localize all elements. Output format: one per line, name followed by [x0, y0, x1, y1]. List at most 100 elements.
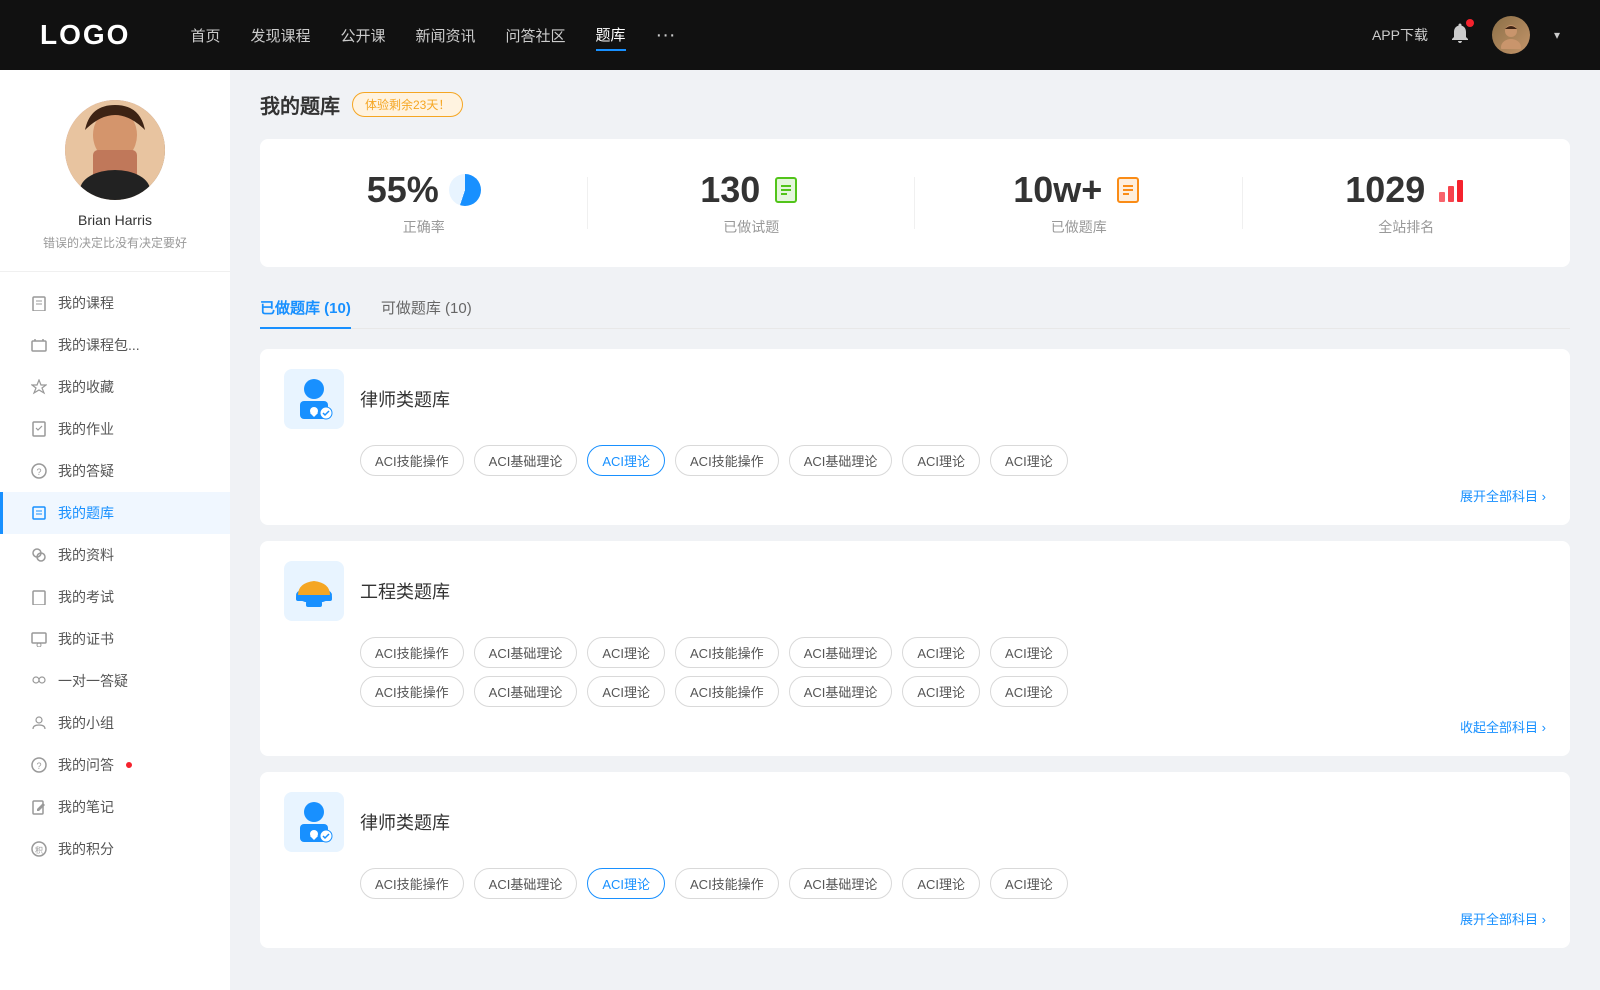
tag-0-0[interactable]: ACI技能操作	[360, 445, 464, 476]
lawyer-bank-icon-2	[284, 792, 344, 852]
bank-tags-lawyer-1: ACI技能操作 ACI基础理论 ACI理论 ACI技能操作 ACI基础理论 AC…	[360, 445, 1546, 476]
expand-link-lawyer-2[interactable]: 展开全部科目 ›	[284, 909, 1546, 928]
app-download-button[interactable]: APP下载	[1372, 25, 1428, 45]
my-qa-icon: ?	[30, 756, 48, 774]
tag-1-4[interactable]: ACI基础理论	[789, 637, 893, 668]
done-banks-icon	[1112, 174, 1144, 206]
tag-1-e4[interactable]: ACI基础理论	[789, 676, 893, 707]
stats-bar: 55% 正确率 130	[260, 139, 1570, 267]
tag-1-6[interactable]: ACI理论	[990, 637, 1068, 668]
group-icon	[30, 714, 48, 732]
nav: 首页 发现课程 公开课 新闻资讯 问答社区 题库 ···	[190, 20, 1332, 51]
page-header: 我的题库 体验剩余23天！	[260, 90, 1570, 119]
stat-ranking-value: 1029	[1345, 169, 1425, 211]
tag-1-3[interactable]: ACI技能操作	[675, 637, 779, 668]
sidebar-item-my-data[interactable]: 我的资料	[0, 534, 230, 576]
main-layout: Brian Harris 错误的决定比没有决定要好 我的课程 我的课程包...	[0, 70, 1600, 990]
sidebar-item-exam[interactable]: 我的考试	[0, 576, 230, 618]
points-icon: 积	[30, 840, 48, 858]
tag-1-e2[interactable]: ACI理论	[587, 676, 665, 707]
sidebar-menu: 我的课程 我的课程包... 我的收藏 我的作业	[0, 272, 230, 880]
sidebar-item-favorites[interactable]: 我的收藏	[0, 366, 230, 408]
stat-ranking: 1029 全站排名	[1243, 159, 1571, 247]
stat-done-banks: 10w+ 已做题库	[915, 159, 1243, 247]
tag-1-1[interactable]: ACI基础理论	[474, 637, 578, 668]
nav-open-course[interactable]: 公开课	[340, 21, 385, 50]
logo: LOGO	[40, 19, 130, 51]
sidebar-item-qa[interactable]: ? 我的答疑	[0, 450, 230, 492]
sidebar-item-my-course[interactable]: 我的课程	[0, 282, 230, 324]
sidebar-item-my-qa[interactable]: ? 我的问答	[0, 744, 230, 786]
sidebar-item-notes[interactable]: 我的笔记	[0, 786, 230, 828]
nav-discover[interactable]: 发现课程	[250, 21, 310, 50]
trial-badge: 体验剩余23天！	[352, 92, 463, 117]
tag-2-0[interactable]: ACI技能操作	[360, 868, 464, 899]
tag-1-e6[interactable]: ACI理论	[990, 676, 1068, 707]
bank-title-engineer: 工程类题库	[360, 578, 450, 604]
nav-home[interactable]: 首页	[190, 21, 220, 50]
tab-done-banks[interactable]: 已做题库 (10)	[260, 287, 351, 328]
tag-1-e5[interactable]: ACI理论	[902, 676, 980, 707]
tag-0-5[interactable]: ACI理论	[902, 445, 980, 476]
profile-motto: 错误的决定比没有决定要好	[43, 234, 187, 251]
nav-more[interactable]: ···	[656, 24, 676, 47]
accuracy-icon	[449, 174, 481, 206]
tag-1-0[interactable]: ACI技能操作	[360, 637, 464, 668]
sidebar-item-question-bank[interactable]: 我的题库	[0, 492, 230, 534]
qa-notification-dot	[126, 762, 132, 768]
my-course-icon	[30, 294, 48, 312]
bank-title-lawyer-1: 律师类题库	[360, 386, 450, 412]
done-questions-icon	[770, 174, 802, 206]
tag-2-6[interactable]: ACI理论	[990, 868, 1068, 899]
tag-1-2[interactable]: ACI理论	[587, 637, 665, 668]
tag-2-1[interactable]: ACI基础理论	[474, 868, 578, 899]
tab-available-banks[interactable]: 可做题库 (10)	[381, 287, 472, 328]
tag-1-e0[interactable]: ACI技能操作	[360, 676, 464, 707]
tag-1-e3[interactable]: ACI技能操作	[675, 676, 779, 707]
tag-2-4[interactable]: ACI基础理论	[789, 868, 893, 899]
sidebar-item-1on1[interactable]: 一对一答疑	[0, 660, 230, 702]
tag-2-2[interactable]: ACI理论	[587, 868, 665, 899]
stat-accuracy: 55% 正确率	[260, 159, 588, 247]
tag-2-3[interactable]: ACI技能操作	[675, 868, 779, 899]
page-title: 我的题库	[260, 90, 340, 119]
collapse-link-engineer[interactable]: 收起全部科目 ›	[284, 717, 1546, 736]
bank-tags-lawyer-2: ACI技能操作 ACI基础理论 ACI理论 ACI技能操作 ACI基础理论 AC…	[360, 868, 1546, 899]
bank-card-header-lawyer-2: 律师类题库	[284, 792, 1546, 852]
profile-section: Brian Harris 错误的决定比没有决定要好	[0, 100, 230, 272]
tag-1-e1[interactable]: ACI基础理论	[474, 676, 578, 707]
favorites-icon	[30, 378, 48, 396]
tag-2-5[interactable]: ACI理论	[902, 868, 980, 899]
svg-text:积: 积	[35, 845, 43, 855]
stat-accuracy-value: 55%	[367, 169, 439, 211]
lawyer-bank-icon	[284, 369, 344, 429]
nav-news[interactable]: 新闻资讯	[416, 21, 476, 50]
bank-card-header-engineer: 工程类题库	[284, 561, 1546, 621]
sidebar-item-group[interactable]: 我的小组	[0, 702, 230, 744]
notification-dot	[1466, 19, 1474, 27]
bank-card-lawyer-1: 律师类题库 ACI技能操作 ACI基础理论 ACI理论 ACI技能操作 ACI基…	[260, 349, 1570, 525]
stat-ranking-label: 全站排名	[1378, 217, 1434, 237]
tabs: 已做题库 (10) 可做题库 (10)	[260, 287, 1570, 329]
avatar[interactable]	[1492, 16, 1530, 54]
nav-qa[interactable]: 问答社区	[506, 21, 566, 50]
sidebar-item-certificate[interactable]: 我的证书	[0, 618, 230, 660]
content: 我的题库 体验剩余23天！ 55% 正确率 130	[230, 70, 1600, 990]
tag-0-2[interactable]: ACI理论	[587, 445, 665, 476]
tag-0-1[interactable]: ACI基础理论	[474, 445, 578, 476]
bank-title-lawyer-2: 律师类题库	[360, 809, 450, 835]
tag-0-3[interactable]: ACI技能操作	[675, 445, 779, 476]
notes-icon	[30, 798, 48, 816]
sidebar-item-homework[interactable]: 我的作业	[0, 408, 230, 450]
tag-0-4[interactable]: ACI基础理论	[789, 445, 893, 476]
nav-question-bank[interactable]: 题库	[596, 20, 626, 51]
tag-0-6[interactable]: ACI理论	[990, 445, 1068, 476]
notification-bell[interactable]	[1448, 21, 1472, 50]
bank-tags-engineer-row1: ACI技能操作 ACI基础理论 ACI理论 ACI技能操作 ACI基础理论 AC…	[360, 637, 1546, 668]
bank-card-header: 律师类题库	[284, 369, 1546, 429]
sidebar-item-points[interactable]: 积 我的积分	[0, 828, 230, 870]
sidebar-item-course-package[interactable]: 我的课程包...	[0, 324, 230, 366]
expand-link-lawyer-1[interactable]: 展开全部科目 ›	[284, 486, 1546, 505]
tag-1-5[interactable]: ACI理论	[902, 637, 980, 668]
chevron-down-icon[interactable]: ▾	[1554, 28, 1560, 42]
